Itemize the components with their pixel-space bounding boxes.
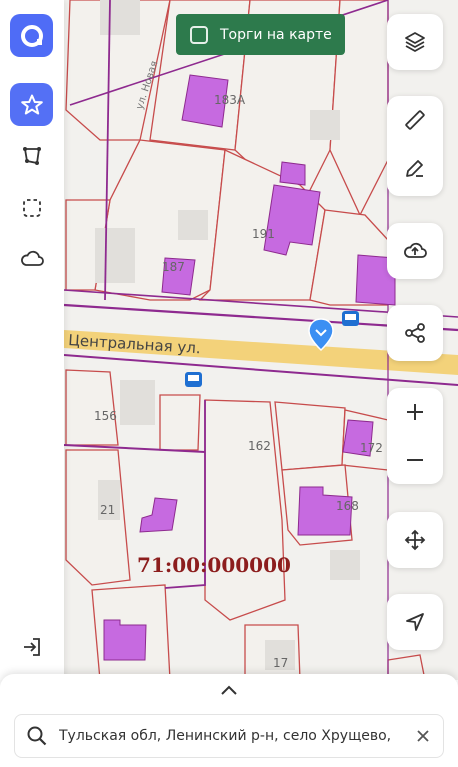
move-button[interactable] — [387, 512, 443, 568]
layers-button[interactable] — [387, 14, 443, 70]
torgi-checkbox[interactable] — [190, 25, 208, 44]
bottom-sheet — [0, 674, 458, 767]
cloud-button[interactable] — [10, 237, 53, 280]
ruler-icon — [405, 110, 425, 130]
pencil-icon — [406, 160, 423, 177]
parcel-shape — [274, 401, 346, 471]
select-area-button[interactable] — [10, 186, 53, 229]
parcel-label: 183А — [214, 93, 246, 107]
layers-icon — [405, 32, 425, 52]
zoom-in-icon — [407, 404, 423, 420]
polygon-tool-button[interactable] — [10, 134, 53, 177]
street-label: Центральная ул. — [68, 331, 201, 357]
star-icon — [20, 94, 43, 114]
building-shape — [279, 161, 306, 186]
location-marker-icon — [308, 318, 334, 352]
zoom-out-button[interactable] — [387, 436, 443, 484]
measure-tools-group — [387, 96, 443, 196]
cloud-icon — [20, 250, 44, 266]
cadastral-number: 71:00:000000 — [137, 553, 291, 577]
login-icon — [23, 637, 40, 656]
parcel-label: 156 — [94, 409, 117, 423]
logo-icon[interactable] — [10, 14, 53, 57]
clear-icon[interactable] — [403, 728, 443, 744]
ruler-button[interactable] — [387, 96, 443, 144]
torgi-label: Торги на карте — [220, 26, 332, 43]
zoom-out-icon — [407, 459, 423, 461]
building-shape — [139, 497, 178, 533]
favorites-button[interactable] — [10, 83, 53, 126]
parcel-shape — [204, 399, 286, 621]
parcel-label: 168 — [336, 499, 359, 513]
share-button[interactable] — [387, 305, 443, 361]
locate-icon — [406, 613, 424, 631]
torgi-toggle[interactable]: Торги на карте — [176, 14, 345, 55]
building-shape — [103, 619, 147, 661]
search-icon — [15, 725, 59, 747]
parcel-label: 187 — [162, 260, 185, 274]
zoom-group — [387, 388, 443, 484]
search-bar — [14, 714, 444, 758]
polygon-icon — [22, 146, 41, 165]
bus-stop-icon — [342, 311, 359, 326]
left-toolbar — [0, 0, 64, 680]
bus-stop-icon — [185, 372, 202, 387]
draw-button[interactable] — [387, 144, 443, 192]
parcel-shape — [65, 369, 119, 446]
cloud-upload-icon — [404, 242, 427, 258]
chevron-up-icon[interactable] — [216, 682, 242, 700]
parcel-label: 17 — [273, 656, 288, 670]
parcel-label: 21 — [100, 503, 115, 517]
dashed-square-icon — [22, 198, 41, 217]
parcel-shape — [159, 394, 201, 451]
search-input[interactable] — [59, 728, 403, 744]
login-button[interactable] — [10, 625, 53, 668]
upload-button[interactable] — [387, 223, 443, 279]
move-icon — [404, 529, 426, 551]
zoom-in-button[interactable] — [387, 388, 443, 436]
parcel-label: 172 — [360, 441, 383, 455]
parcel-label: 162 — [248, 439, 271, 453]
parcel-label: 191 — [252, 227, 275, 241]
share-icon — [405, 323, 425, 343]
locate-button[interactable] — [387, 594, 443, 650]
